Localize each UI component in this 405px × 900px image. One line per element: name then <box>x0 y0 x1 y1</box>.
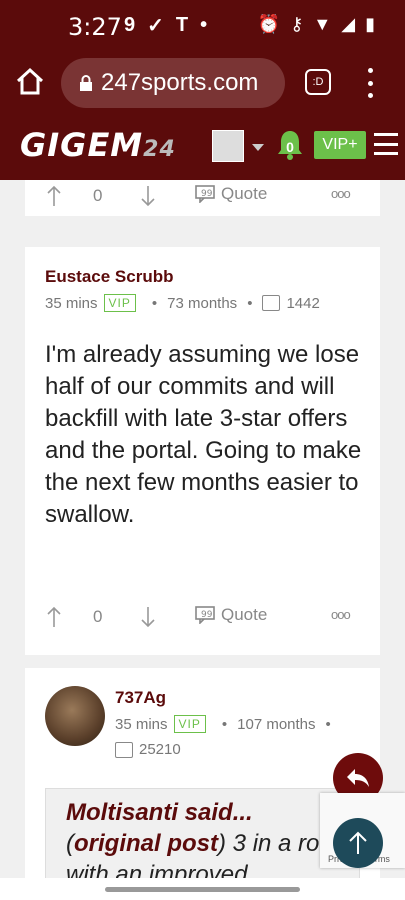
post-count: 25210 <box>139 741 181 758</box>
lock-icon <box>80 75 92 91</box>
vote-count: 0 <box>93 186 103 205</box>
downvote-icon[interactable] <box>139 184 157 208</box>
status-notification-icons: 9 ✓ T • <box>124 13 207 38</box>
tab-switcher-button[interactable]: :D <box>305 69 331 95</box>
downvote-icon[interactable] <box>139 605 157 629</box>
reply-icon <box>347 769 369 787</box>
browser-toolbar: 247sports.com :D <box>0 52 405 114</box>
post-author[interactable]: Eustace Scrubb <box>45 267 174 287</box>
quote-label: Quote <box>221 184 268 203</box>
system-nav-bar <box>0 878 405 900</box>
original-post-link[interactable]: original post <box>74 830 218 857</box>
more-options-icon[interactable]: ooo <box>331 186 351 201</box>
wifi-icon: ▼ <box>313 14 332 34</box>
quote-icon: 99 <box>195 185 215 203</box>
vip-badge: VIP <box>173 715 206 733</box>
logo-text: GIGEM <box>20 126 144 164</box>
vote-count: 0 <box>93 607 103 626</box>
member-tenure: 107 months <box>237 715 316 733</box>
quote-button[interactable]: 99 Quote <box>195 184 267 204</box>
vip-badge: VIP <box>103 294 136 312</box>
notifications-bell[interactable]: 0 <box>276 129 304 161</box>
quoted-author: Moltisanti said... <box>66 799 253 826</box>
notification-dot-icon: • <box>200 14 208 36</box>
post-body: I'm already assuming we lose half of our… <box>45 341 362 528</box>
key-icon: ⚷ <box>290 14 304 34</box>
member-tenure: 73 months <box>167 294 238 312</box>
svg-text:99: 99 <box>201 610 213 620</box>
status-system-icons: ⏰ ⚷ ▼ ◢ ▮ <box>258 14 375 35</box>
site-logo[interactable]: GIGEM24 <box>20 126 176 164</box>
post-count: 1442 <box>286 294 320 312</box>
post-card: 0 99 Quote ooo <box>25 180 380 216</box>
posts-icon <box>115 741 133 758</box>
post-action-bar: 0 99 Quote ooo <box>25 176 380 216</box>
url-bar[interactable]: 247sports.com <box>61 58 285 108</box>
more-options-icon[interactable]: ooo <box>331 607 351 622</box>
url-text: 247sports.com <box>101 69 259 96</box>
browser-menu-icon[interactable] <box>366 68 374 98</box>
quote-label: Quote <box>221 605 268 624</box>
status-bar: 3:27 9 ✓ T • ⏰ ⚷ ▼ ◢ ▮ <box>0 0 405 52</box>
arrow-up-icon <box>349 831 367 854</box>
posts-icon <box>262 295 281 311</box>
upvote-icon[interactable] <box>45 605 63 629</box>
hamburger-menu-icon[interactable] <box>374 133 398 155</box>
logo-number: 24 <box>143 137 176 162</box>
nike-icon: ✓ <box>147 15 164 37</box>
alarm-icon: ⏰ <box>257 14 281 34</box>
quote-button[interactable]: 99 Quote <box>195 605 267 625</box>
post-meta: 35 mins VIP • 107 months • <box>115 715 331 733</box>
chevron-down-icon[interactable] <box>252 144 264 151</box>
post-count-row: 25210 <box>115 741 181 758</box>
vip-plus-button[interactable]: VIP+ <box>314 131 366 159</box>
post-card: Eustace Scrubb 35 mins VIP • 73 months •… <box>25 247 380 655</box>
notification-9-icon: 9 <box>124 14 136 36</box>
battery-icon: ▮ <box>365 14 375 34</box>
post-action-bar: 0 99 Quote ooo <box>25 597 380 637</box>
upvote-icon[interactable] <box>45 184 63 208</box>
post-meta: 35 mins VIP • 73 months • 1442 <box>45 294 320 312</box>
home-icon[interactable] <box>14 66 46 98</box>
notification-count: 0 <box>286 139 294 155</box>
signal-icon: ◢ <box>341 14 356 34</box>
post-author[interactable]: 737Ag <box>115 688 166 708</box>
site-header: GIGEM24 0 VIP+ <box>0 114 405 180</box>
user-avatar[interactable] <box>212 130 244 162</box>
post-time: 35 mins <box>45 294 98 312</box>
notification-t-icon: T <box>175 14 189 36</box>
status-time: 3:27 <box>68 13 122 41</box>
svg-text:99: 99 <box>201 189 213 199</box>
avatar[interactable] <box>45 686 105 746</box>
scroll-to-top-button[interactable] <box>333 818 383 868</box>
quote-icon: 99 <box>195 606 215 624</box>
post-time: 35 mins <box>115 715 168 733</box>
home-gesture-pill[interactable] <box>105 887 300 892</box>
